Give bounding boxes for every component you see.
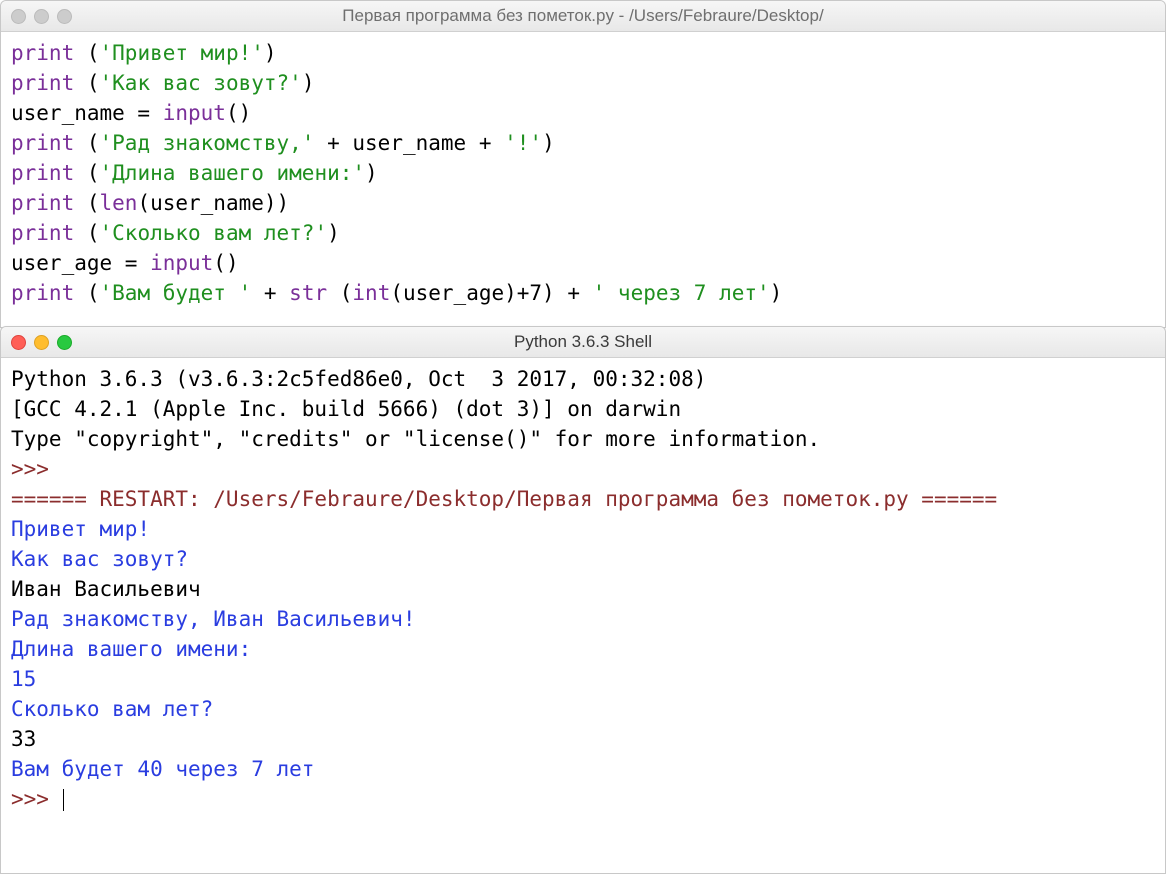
shell-header-line: Python 3.6.3 (v3.6.3:2c5fed86e0, Oct 3 2… xyxy=(11,367,719,391)
shell-prompt: >>> xyxy=(11,787,62,811)
editor-code-area[interactable]: print ('Привет мир!') print ('Как вас зо… xyxy=(1,32,1165,318)
shell-restart-line: ====== RESTART: /Users/Febraure/Desktop/… xyxy=(11,487,997,511)
shell-stdout-line: Рад знакомству, Иван Васильевич! xyxy=(11,607,416,631)
shell-header-line: Type "copyright", "credits" or "license(… xyxy=(11,427,820,451)
maximize-icon[interactable] xyxy=(57,9,72,24)
shell-titlebar[interactable]: Python 3.6.3 Shell xyxy=(1,327,1165,358)
shell-stdout-line: Вам будет 40 через 7 лет xyxy=(11,757,314,781)
text-cursor xyxy=(63,789,64,811)
code-token: print xyxy=(11,41,74,65)
shell-stdout-line: Привет мир! xyxy=(11,517,150,541)
editor-titlebar[interactable]: Первая программа без пометок.py - /Users… xyxy=(1,1,1165,32)
shell-window-title: Python 3.6.3 Shell xyxy=(1,332,1165,352)
shell-stdin-line: 33 xyxy=(11,727,36,751)
shell-output-area[interactable]: Python 3.6.3 (v3.6.3:2c5fed86e0, Oct 3 2… xyxy=(1,358,1165,824)
shell-header-line: [GCC 4.2.1 (Apple Inc. build 5666) (dot … xyxy=(11,397,681,421)
minimize-icon[interactable] xyxy=(34,9,49,24)
shell-stdout-line: 15 xyxy=(11,667,36,691)
shell-stdout-line: Сколько вам лет? xyxy=(11,697,213,721)
close-icon[interactable] xyxy=(11,9,26,24)
editor-window: Первая программа без пометок.py - /Users… xyxy=(0,0,1166,328)
close-icon[interactable] xyxy=(11,335,26,350)
shell-traffic-lights xyxy=(1,335,72,350)
shell-stdout-line: Длина вашего имени: xyxy=(11,637,251,661)
minimize-icon[interactable] xyxy=(34,335,49,350)
editor-window-title: Первая программа без пометок.py - /Users… xyxy=(1,6,1165,26)
shell-stdout-line: Как вас зовут? xyxy=(11,547,188,571)
shell-window: Python 3.6.3 Shell Python 3.6.3 (v3.6.3:… xyxy=(0,326,1166,874)
editor-traffic-lights xyxy=(1,9,72,24)
maximize-icon[interactable] xyxy=(57,335,72,350)
shell-prompt: >>> xyxy=(11,457,62,481)
shell-stdin-line: Иван Васильевич xyxy=(11,577,201,601)
